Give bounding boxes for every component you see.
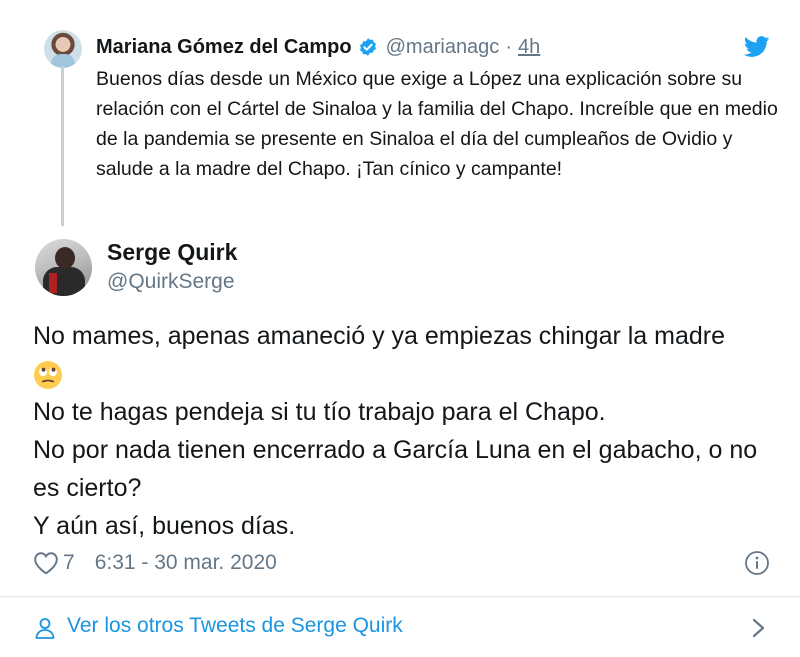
twitter-bird-icon[interactable] — [744, 36, 770, 58]
tweet-meta: 7 6:31 - 30 mar. 2020 — [33, 548, 277, 578]
embedded-tweet-card: Mariana Gómez del Campo @marianagc · 4h … — [0, 0, 800, 657]
parent-tweet-header: Mariana Gómez del Campo @marianagc · 4h — [96, 34, 540, 60]
tweet-text: No mames, apenas amaneció y ya empiezas … — [33, 317, 773, 545]
tweet-text-line: No mames, apenas amaneció y ya empiezas … — [33, 322, 726, 350]
parent-tweet-text: Buenos días desde un México que exige a … — [96, 68, 778, 180]
user-icon — [35, 618, 55, 639]
like-count[interactable]: 7 — [63, 551, 75, 575]
verified-badge-icon — [359, 38, 376, 56]
parent-author-handle[interactable]: @marianagc — [386, 36, 500, 59]
heart-icon[interactable] — [33, 551, 59, 575]
more-tweets-label[interactable]: Ver los otros Tweets de Serge Quirk — [67, 614, 403, 638]
more-tweets-link[interactable]: Ver los otros Tweets de Serge Quirk — [0, 597, 800, 657]
tweet-emoji-line — [33, 355, 773, 393]
author-name[interactable]: Serge Quirk — [107, 239, 237, 266]
author-handle[interactable]: @QuirkSerge — [107, 270, 235, 294]
parent-tweet-time[interactable]: 4h — [518, 36, 540, 59]
thread-connector-line — [61, 66, 64, 226]
chevron-right-icon[interactable] — [748, 617, 768, 639]
parent-tweet[interactable]: Mariana Gómez del Campo @marianagc · 4h … — [0, 0, 800, 226]
info-icon[interactable] — [744, 550, 770, 576]
separator-dot: · — [505, 35, 512, 58]
tweet-text-line: Y aún así, buenos días. — [33, 512, 296, 540]
tweet-timestamp[interactable]: 6:31 - 30 mar. 2020 — [95, 551, 277, 575]
parent-avatar[interactable] — [44, 30, 82, 68]
face-with-rolling-eyes-icon — [34, 361, 62, 390]
tweet-text-line: No por nada tienen encerrado a García Lu… — [33, 436, 758, 502]
parent-author-name[interactable]: Mariana Gómez del Campo — [96, 36, 352, 59]
author-avatar[interactable] — [35, 239, 92, 296]
tweet-text-line: No te hagas pendeja si tu tío trabajo pa… — [33, 398, 606, 426]
